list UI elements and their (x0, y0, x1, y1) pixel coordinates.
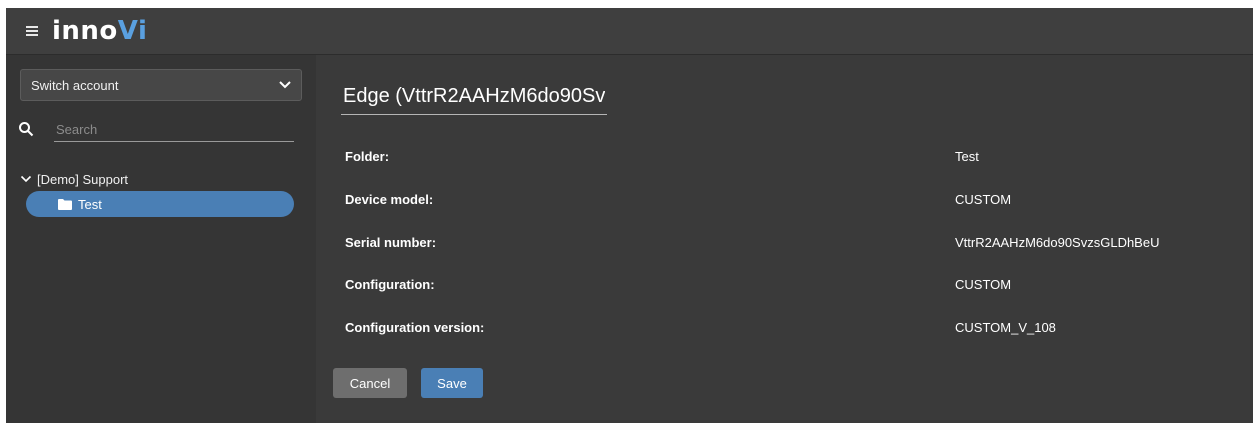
switch-account-label: Switch account (31, 78, 119, 93)
top-bar: innoVi (6, 8, 1253, 55)
innovi-logo: innoVi (52, 16, 147, 46)
search-row (16, 117, 306, 147)
property-row-configuration: Configuration: CUSTOM (345, 277, 1225, 297)
tree-item-label: [Demo] Support (37, 171, 129, 187)
search-icon (19, 122, 34, 137)
property-row-configuration-version: Configuration version: CUSTOM_V_108 (345, 320, 1225, 340)
property-label: Device model: (345, 192, 434, 207)
sidebar: Switch account [Demo] Support Test (6, 55, 316, 423)
save-button[interactable]: Save (421, 368, 483, 398)
property-label: Configuration: (345, 277, 435, 292)
property-value: Test (955, 149, 979, 164)
device-name-input[interactable] (341, 79, 607, 115)
cancel-button[interactable]: Cancel (333, 368, 407, 398)
search-input[interactable] (54, 117, 294, 142)
property-row-folder: Folder: Test (345, 149, 1225, 169)
property-label: Configuration version: (345, 320, 485, 335)
hamburger-menu-icon[interactable] (26, 26, 38, 36)
chevron-down-icon (279, 81, 291, 89)
tree-item-label: Test (78, 196, 102, 212)
property-label: Serial number: (345, 235, 437, 250)
logo-text: inno (52, 16, 118, 46)
tree-item-demo-support[interactable]: [Demo] Support (20, 169, 128, 189)
property-row-serial-number: Serial number: VttrR2AAHzM6do90SvzsGLDhB… (345, 235, 1225, 255)
property-label: Folder: (345, 149, 390, 164)
property-value: CUSTOM (955, 192, 1012, 207)
folder-icon (58, 198, 72, 210)
app-window: innoVi Switch account [Demo] Support (6, 8, 1253, 423)
logo-accent-text: Vi (117, 16, 148, 46)
property-value: CUSTOM_V_108 (955, 320, 1056, 335)
property-value: CUSTOM (955, 277, 1012, 292)
device-details-panel: Folder: Test Device model: CUSTOM Serial… (317, 55, 1253, 423)
chevron-down-icon[interactable] (20, 173, 32, 185)
tree-item-test[interactable]: Test (26, 191, 294, 217)
switch-account-select[interactable]: Switch account (20, 69, 302, 101)
property-value: VttrR2AAHzM6do90SvzsGLDhBeU (955, 235, 1160, 250)
property-row-device-model: Device model: CUSTOM (345, 192, 1225, 212)
